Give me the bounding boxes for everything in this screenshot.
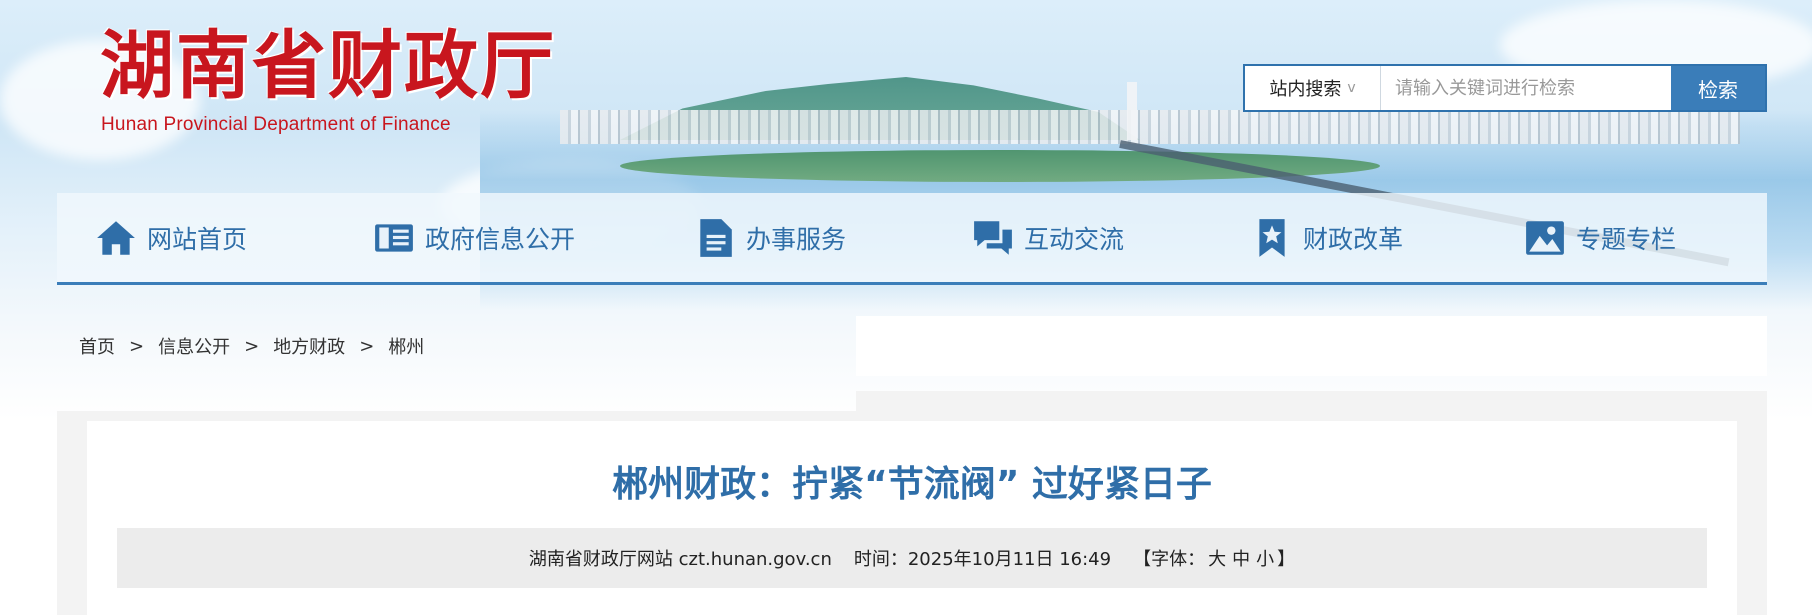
side-panel — [856, 316, 1767, 376]
nav-item-label: 专题专栏 — [1576, 224, 1677, 254]
breadcrumb-separator: > — [129, 335, 145, 357]
nav-item-home[interactable]: 网站首页 — [95, 193, 247, 282]
font-size-label: 【字体： — [1133, 549, 1206, 570]
chat-icon — [974, 220, 1012, 255]
city-skyline-image — [560, 110, 1740, 144]
breadcrumb-separator: > — [359, 335, 375, 357]
search-scope-select[interactable]: 站内搜索 v — [1245, 66, 1381, 110]
search-button[interactable]: 检索 — [1671, 66, 1765, 110]
article-time-label: 时间： — [853, 549, 908, 570]
search-scope-label: 站内搜索 — [1269, 79, 1342, 100]
article-time: 2025年10月11日 16:49 — [907, 549, 1112, 570]
article-source: 湖南省财政厅网站 czt.hunan.gov.cn — [528, 549, 832, 570]
image-icon — [1526, 220, 1564, 255]
main-nav: 网站首页 政府信息公开 办事服务 互动交流 财政改革 专题专栏 — [57, 193, 1767, 285]
font-size-close: 】 — [1277, 549, 1296, 570]
font-size-large[interactable]: 大 — [1208, 545, 1226, 571]
breadcrumb-home[interactable]: 首页 — [79, 333, 115, 359]
home-icon — [97, 220, 135, 255]
nav-item-reform[interactable]: 财政改革 — [1251, 193, 1403, 282]
nav-item-label: 互动交流 — [1024, 224, 1125, 254]
nav-item-services[interactable]: 办事服务 — [694, 193, 846, 282]
font-size-small[interactable]: 小 — [1256, 545, 1274, 571]
breadcrumb-local-finance[interactable]: 地方财政 — [273, 333, 345, 359]
font-size-medium[interactable]: 中 — [1232, 545, 1250, 571]
search-bar: 站内搜索 v 检索 — [1243, 64, 1767, 112]
document-icon — [700, 218, 732, 257]
tower-image — [1127, 82, 1137, 140]
chevron-down-icon: v — [1347, 80, 1356, 96]
island-image — [620, 150, 1380, 182]
bookmark-star-icon — [1259, 218, 1285, 257]
search-input[interactable] — [1381, 66, 1671, 110]
nav-item-topics[interactable]: 专题专栏 — [1524, 193, 1676, 282]
nav-item-label: 政府信息公开 — [425, 224, 576, 254]
breadcrumb-chenzhou[interactable]: 郴州 — [388, 333, 424, 359]
article-title: 郴州财政：拧紧“节流阀” 过好紧日子 — [612, 464, 1212, 505]
nav-item-label: 办事服务 — [746, 224, 847, 254]
article-meta: 湖南省财政厅网站 czt.hunan.gov.cn 时间： 2025年10月11… — [117, 528, 1707, 588]
content-frame — [856, 391, 1767, 411]
book-icon — [375, 223, 413, 252]
nav-item-interaction[interactable]: 互动交流 — [972, 193, 1124, 282]
site-logo-title[interactable]: 湖南省财政厅 — [100, 26, 556, 106]
nav-item-label: 财政改革 — [1303, 224, 1404, 254]
article-container: 郴州财政：拧紧“节流阀” 过好紧日子 湖南省财政厅网站 czt.hunan.go… — [87, 421, 1737, 615]
breadcrumb-info-public[interactable]: 信息公开 — [158, 333, 230, 359]
site-logo-subtitle: Hunan Provincial Department of Finance — [101, 114, 451, 135]
breadcrumb-separator: > — [244, 335, 260, 357]
nav-item-gov-info[interactable]: 政府信息公开 — [373, 193, 575, 282]
nav-item-label: 网站首页 — [147, 224, 248, 254]
breadcrumb: 首页 > 信息公开 > 地方财政 > 郴州 — [79, 333, 424, 359]
